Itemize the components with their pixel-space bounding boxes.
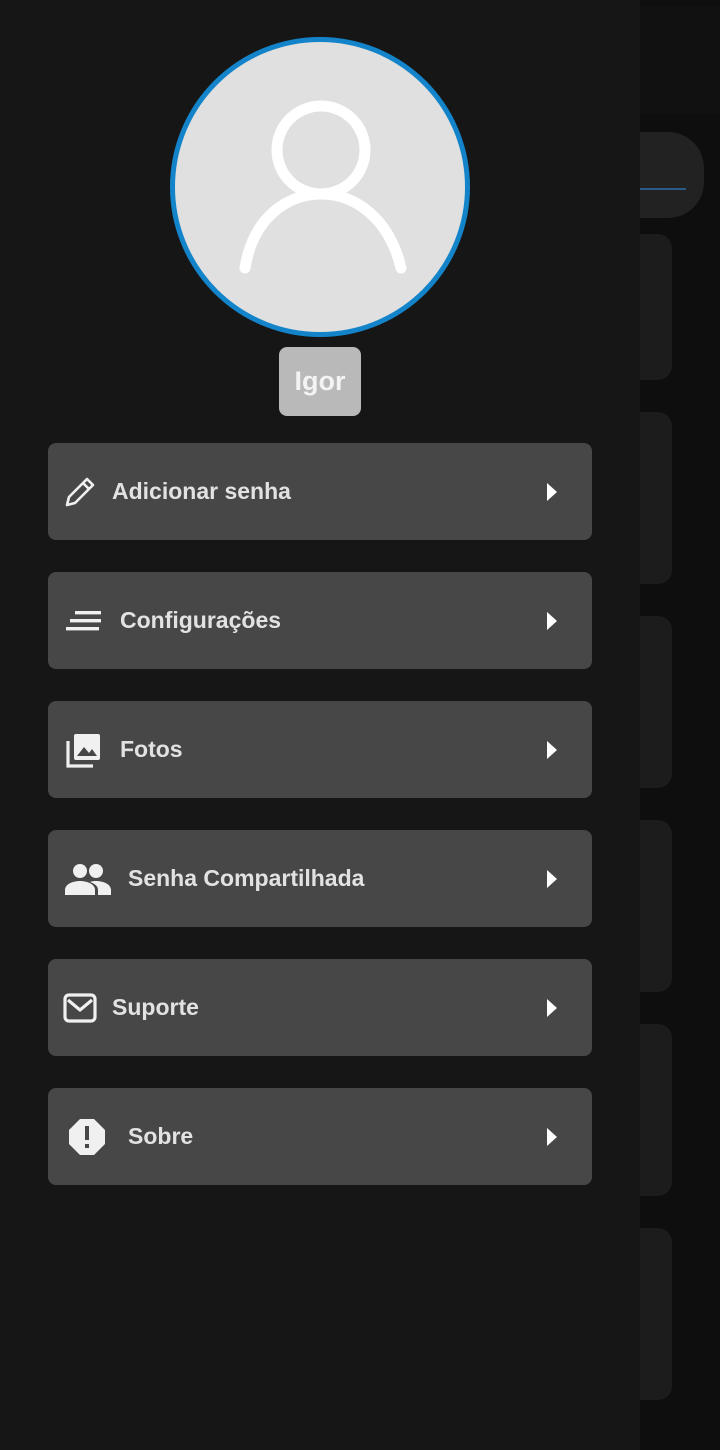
menu-item-configuracoes[interactable]: Configurações <box>48 572 592 669</box>
menu-item-label: Fotos <box>120 736 183 762</box>
chevron-right-icon <box>547 741 557 759</box>
app-screen: Igor Adicionar senha Configurações Fotos… <box>0 0 720 1450</box>
chevron-right-icon <box>547 999 557 1017</box>
navigation-drawer: Igor Adicionar senha Configurações Fotos… <box>0 0 640 1450</box>
person-outline-icon <box>239 100 407 274</box>
people-icon <box>65 830 111 927</box>
chevron-right-icon <box>547 870 557 888</box>
chevron-right-icon <box>547 612 557 630</box>
pencil-icon <box>62 443 98 540</box>
menu-item-label: Configurações <box>120 607 282 633</box>
menu-item-label: Adicionar senha <box>112 478 291 504</box>
menu-item-fotos[interactable]: Fotos <box>48 701 592 798</box>
menu-item-adicionar-senha[interactable]: Adicionar senha <box>48 443 592 540</box>
chevron-right-icon <box>547 1128 557 1146</box>
menu-item-sobre[interactable]: Sobre <box>48 1088 592 1185</box>
alert-octagon-icon <box>68 1088 106 1185</box>
menu-item-suporte[interactable]: Suporte <box>48 959 592 1056</box>
settings-lines-icon <box>65 572 103 669</box>
mail-icon <box>63 959 97 1056</box>
menu-item-label: Sobre <box>128 1123 194 1149</box>
menu-item-label: Senha Compartilhada <box>128 865 365 891</box>
user-name: Igor <box>279 347 361 416</box>
photo-library-icon <box>66 701 102 798</box>
chevron-right-icon <box>547 483 557 501</box>
avatar[interactable] <box>170 37 470 337</box>
menu-item-label: Suporte <box>112 994 199 1020</box>
menu-item-senha-compartilhada[interactable]: Senha Compartilhada <box>48 830 592 927</box>
